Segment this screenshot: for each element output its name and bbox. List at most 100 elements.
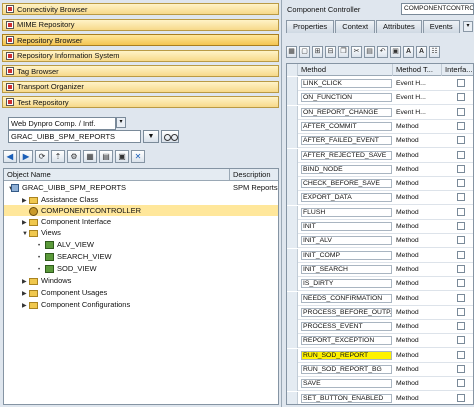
table-row[interactable]: LINK_CLICK Event H... (287, 77, 473, 91)
method-type-cell[interactable]: Method (396, 365, 441, 374)
row-selector[interactable] (287, 77, 298, 91)
method-name-cell[interactable]: INIT (301, 222, 392, 231)
row-selector[interactable] (287, 91, 298, 106)
method-type-cell[interactable]: Method (396, 122, 441, 131)
interface-checkbox[interactable] (457, 250, 465, 259)
row-selector[interactable] (287, 191, 298, 206)
method-type-cell[interactable]: Method (396, 251, 441, 260)
table-row[interactable]: PROCESS_BEFORE_OUTP... Method (287, 305, 473, 320)
table-row[interactable]: AFTER_FAILED_EVENT Method (287, 134, 473, 149)
refresh-icon[interactable]: ⟳ (35, 150, 49, 163)
nav-button[interactable]: Tag Browser (2, 65, 279, 77)
method-type-cell[interactable]: Method (396, 193, 441, 202)
interface-checkbox[interactable] (457, 264, 465, 273)
interface-checkbox[interactable] (457, 336, 465, 345)
interface-checkbox[interactable] (457, 164, 465, 173)
table-row[interactable]: INIT_SEARCH Method (287, 262, 473, 277)
interface-checkbox[interactable] (457, 350, 465, 359)
tab-properties[interactable]: Properties (286, 20, 335, 33)
table-row[interactable]: RUN_SOD_REPORT_BG Method (287, 363, 473, 377)
row-selector[interactable] (287, 277, 298, 292)
tree-node-root[interactable]: ▼GRAC_UIBB_SPM_REPORTS SPM Reports (4, 182, 278, 193)
row-selector[interactable] (287, 334, 298, 349)
method-name-cell[interactable]: CHECK_BEFORE_SAVE (301, 179, 392, 189)
method-name-cell[interactable]: REPORT_EXCEPTION (301, 336, 392, 346)
method-type-cell[interactable]: Method (396, 379, 441, 388)
method-name-cell[interactable]: NEEDS_CONFIRMATION (301, 293, 392, 303)
expand-triangle-icon[interactable]: ▶ (22, 301, 29, 312)
method-type-cell[interactable]: Event H... (396, 93, 441, 102)
method-name-cell[interactable]: LINK_CLICK (301, 79, 392, 88)
table-row[interactable]: RUN_SOD_REPORT Method (287, 348, 473, 363)
table-row[interactable]: REPORT_EXCEPTION Method (287, 334, 473, 349)
method-type-cell[interactable]: Event H... (396, 79, 441, 88)
interface-checkbox[interactable] (457, 150, 465, 159)
interface-checkbox[interactable] (457, 193, 465, 202)
method-type-cell[interactable]: Method (396, 151, 441, 160)
row-selector[interactable] (287, 105, 298, 120)
hierarchy-up-icon[interactable]: ⇡ (51, 150, 65, 163)
method-name-cell[interactable]: EXPORT_DATA (301, 193, 392, 203)
interface-checkbox[interactable] (457, 121, 465, 130)
method-type-cell[interactable]: Event H... (396, 108, 441, 117)
activate-icon[interactable]: ⚙ (67, 150, 81, 163)
undo-icon[interactable]: ↶ (377, 46, 388, 58)
row-selector[interactable] (287, 119, 298, 134)
tree-node-component-configurations[interactable]: ▶ Component Configurations (4, 299, 278, 310)
row-selector[interactable] (287, 205, 298, 220)
nav-button[interactable]: MIME Repository (2, 18, 279, 31)
row-selector[interactable] (287, 377, 298, 392)
tab-scroll-icon[interactable]: ▾ (463, 21, 473, 32)
method-name-cell[interactable]: RUN_SOD_REPORT (301, 350, 392, 360)
delete-row-icon[interactable]: ⊟ (325, 46, 336, 58)
method-type-cell[interactable]: Method (396, 165, 441, 174)
method-type-cell[interactable]: Method (396, 308, 441, 317)
method-type-cell[interactable]: Method (396, 236, 441, 245)
method-name-cell[interactable]: SET_BUTTON_ENABLED (301, 393, 392, 403)
object-type-dropdown-icon[interactable]: ▾ (116, 117, 126, 128)
method-name-cell[interactable]: INIT_ALV (301, 236, 392, 246)
method-column-header[interactable]: Method (299, 64, 393, 76)
table-row[interactable]: INIT_COMP Method (287, 248, 473, 263)
table-row[interactable]: CHECK_BEFORE_SAVE Method (287, 177, 473, 192)
table-row[interactable]: INIT Method (287, 220, 473, 234)
object-name-input[interactable]: GRAC_UIBB_SPM_REPORTS (8, 130, 141, 143)
method-name-cell[interactable]: SAVE (301, 379, 392, 389)
table-row[interactable]: AFTER_COMMIT Method (287, 119, 473, 134)
tree-node-component-usages[interactable]: ▶ Component Usages (4, 287, 278, 298)
method-type-cell[interactable]: Method (396, 208, 441, 217)
interface-checkbox[interactable] (457, 136, 465, 145)
interface-checkbox[interactable] (457, 79, 465, 87)
row-selector[interactable] (287, 363, 298, 377)
cut-icon[interactable]: ✂ (351, 46, 362, 58)
back-icon[interactable]: ◀ (3, 150, 17, 163)
object-type-select[interactable]: Web Dynpro Comp. / Intf. (8, 117, 116, 130)
row-selector[interactable] (287, 262, 298, 277)
nav-button[interactable]: Transport Organizer (2, 80, 279, 93)
interface-checkbox[interactable] (457, 279, 465, 288)
value-help-button[interactable]: ▼ (143, 130, 159, 143)
method-type-cell[interactable]: Method (396, 294, 441, 303)
sort-icon[interactable]: ☷ (429, 46, 440, 58)
paste-icon[interactable]: ▤ (364, 46, 375, 58)
interface-checkbox[interactable] (457, 322, 465, 331)
interface-checkbox[interactable] (457, 365, 465, 373)
row-selector[interactable] (287, 348, 298, 363)
table-row[interactable]: IS_DIRTY Method (287, 277, 473, 292)
method-name-cell[interactable]: AFTER_FAILED_EVENT (301, 136, 392, 146)
method-name-cell[interactable]: RUN_SOD_REPORT_BG (301, 365, 392, 374)
close-icon[interactable]: ✕ (131, 150, 145, 163)
row-selector[interactable] (287, 134, 298, 149)
method-name-cell[interactable]: FLUSH (301, 207, 392, 217)
row-selector[interactable] (287, 291, 298, 306)
method-name-cell[interactable]: INIT_COMP (301, 250, 392, 260)
table-row[interactable]: EXPORT_DATA Method (287, 191, 473, 206)
tree-node-assistance-class[interactable]: ▶ Assistance Class (4, 194, 278, 205)
interface-checkbox[interactable] (457, 179, 465, 188)
row-selector[interactable] (287, 162, 298, 177)
method-type-cell[interactable]: Method (396, 136, 441, 145)
table-row[interactable]: SAVE Method (287, 377, 473, 392)
interface-checkbox[interactable] (457, 393, 465, 402)
row-selector[interactable] (287, 305, 298, 320)
method-name-cell[interactable]: INIT_SEARCH (301, 264, 392, 274)
